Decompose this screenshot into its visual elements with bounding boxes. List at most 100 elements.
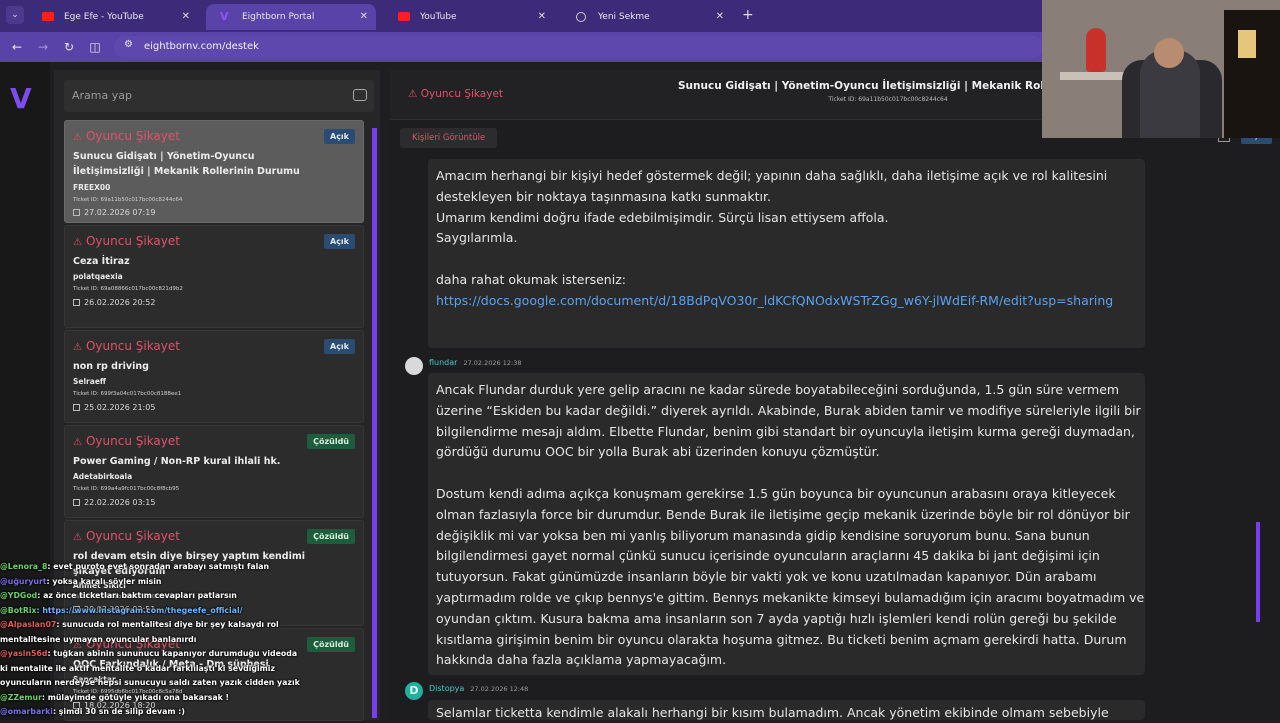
author-name[interactable]: Distopya — [429, 684, 464, 693]
ticket-type: ⚠ Oyuncu Şikayet — [73, 434, 180, 448]
document-link[interactable]: https://docs.google.com/document/d/18BdP… — [436, 293, 1113, 308]
tab-label: YouTube — [420, 12, 457, 22]
ticket-date-text: 27.02.2026 07:19 — [84, 208, 156, 217]
status-badge: Çözüldü — [307, 529, 355, 544]
chat-user: @BotRix — [0, 605, 37, 615]
reload-icon[interactable]: ↻ — [60, 38, 78, 56]
message-line: üzerine “Eskiden bu kadar değildi.” diye… — [436, 402, 1141, 418]
message-line: gördüğü durumu OOC bir yolla Burak abi ü… — [436, 444, 880, 460]
ticket-type-label: Oyuncu Şikayet — [85, 234, 180, 248]
chat-user: @yasin56d — [0, 649, 48, 658]
portal-page: V Arama yap ⚠ Oyuncu Şikayet Açık Sunucu … — [0, 62, 1280, 721]
user-alert-icon: ⚠ — [73, 342, 82, 353]
ticket-card[interactable]: ⚠ Oyuncu Şikayet Çözüldü Power Gaming / N… — [64, 425, 364, 518]
status-badge: Açık — [324, 339, 355, 354]
tab-new-tab[interactable]: Yeni Sekme ✕ — [562, 4, 732, 30]
tab-label: Ege Efe - YouTube — [64, 12, 144, 22]
close-icon[interactable]: ✕ — [538, 4, 546, 30]
message-scrollbar-thumb[interactable] — [1256, 522, 1260, 622]
search-placeholder: Arama yap — [72, 89, 132, 102]
ticket-list-scrollbar[interactable] — [372, 128, 377, 718]
ticket-card[interactable]: ⚠ Oyuncu Şikayet Açık Sunucu Gidişatı | Y… — [64, 120, 364, 223]
ticket-type-label: Oyuncu Şikayet — [85, 339, 180, 353]
message-line: tutuyorsun. Fakat günümüzde insanların b… — [436, 569, 1097, 585]
eightborn-logo[interactable]: V — [10, 82, 32, 115]
sidepanel-icon[interactable]: ◫ — [86, 38, 104, 56]
tab-search-button[interactable]: ⌄ — [6, 6, 24, 24]
message-line: Saygılarımla. — [436, 230, 518, 246]
message-timestamp: 27.02.2026 12:38 — [463, 359, 522, 367]
message-line: Ancak Flundar durduk yere gelip aracını … — [436, 382, 1120, 397]
chat-text: : yoksa karalı söyler misin — [46, 576, 162, 586]
webcam-figurine — [1086, 28, 1106, 72]
message-line: Selamlar ticketta kendimle alakalı herha… — [436, 705, 1109, 720]
avatar[interactable] — [405, 357, 423, 375]
message-line: daha rahat okumak isterseniz: — [436, 271, 626, 287]
chat-text: : evet puroto evet sonradan arabayı satm… — [47, 562, 270, 571]
author-name[interactable]: flundar — [429, 358, 457, 367]
ticket-id: Ticket ID: 699a4a9fc017bc00c8f8cb95 — [73, 486, 180, 492]
chat-user: @Alpaslan07 — [0, 620, 57, 629]
ticket-user: Selraeff — [73, 377, 106, 386]
ticket-card[interactable]: ⚠ Oyuncu Şikayet Açık Ceza İtiraz polatqa… — [64, 225, 364, 328]
user-alert-icon: ⚠ — [73, 237, 82, 248]
chat-line: @BotRix: https://www.instagram.com/thege… — [0, 604, 300, 619]
close-icon[interactable]: ✕ — [360, 4, 368, 30]
tab-ege-efe[interactable]: Ege Efe - YouTube ✕ — [28, 4, 198, 30]
message-line: değişiklik mi var yoksa ben mi yanlış bi… — [436, 527, 1090, 543]
message-bubble: Ancak Flundar durduk yere gelip aracını … — [428, 373, 1145, 675]
chat-user: @ZZemur — [0, 692, 42, 702]
calendar-icon — [73, 404, 80, 411]
view-participants-button[interactable]: Kişileri Görüntüle — [400, 128, 498, 148]
site-info-icon[interactable]: ⚙ — [124, 39, 133, 50]
ticket-title: Ceza İtiraz — [73, 256, 130, 267]
status-badge: Açık — [324, 129, 355, 144]
ticket-id: Ticket ID: 69a08866c017bc00c821d9b2 — [73, 286, 183, 292]
avatar[interactable]: D — [405, 682, 423, 700]
close-icon[interactable]: ✕ — [716, 4, 724, 30]
ticket-type: ⚠ Oyuncu Şikayet — [73, 234, 180, 248]
ticket-date: 25.02.2026 21:05 — [73, 403, 155, 412]
filter-icon[interactable] — [353, 89, 367, 101]
ticket-card[interactable]: ⚠ Oyuncu Şikayet Açık non rp driving Selr… — [64, 330, 364, 423]
ticket-type-label: Oyuncu Şikayet — [85, 129, 180, 143]
chat-text: : az önce ticketları baktım cevapları pa… — [37, 591, 237, 600]
message-bubble: Amacım herhangi bir kişiyi hedef gösterm… — [428, 159, 1145, 348]
ticket-type: ⚠ Oyuncu Şikayet — [408, 88, 503, 100]
chat-text: : şimdi 30 sn de silip devam :) — [52, 707, 185, 716]
scrollbar-thumb[interactable] — [372, 128, 377, 718]
new-tab-button[interactable]: + — [742, 4, 754, 26]
chat-line: @omarbarki: şimdi 30 sn de silip devam :… — [0, 705, 300, 720]
tab-label: Eightborn Portal — [242, 12, 315, 22]
close-icon[interactable]: ✕ — [182, 4, 190, 30]
back-icon[interactable]: ← — [8, 38, 26, 56]
calendar-icon — [73, 299, 80, 306]
ticket-title: Sunucu Gidişatı | Yönetim-Oyuncu İletişi… — [73, 151, 300, 177]
address-bar[interactable]: ⚙ eightbornv.com/destek — [114, 36, 1044, 58]
tab-eightborn-portal[interactable]: V Eightborn Portal ✕ — [206, 4, 376, 30]
tab-youtube[interactable]: YouTube ✕ — [384, 4, 554, 30]
search-input[interactable]: Arama yap — [64, 80, 374, 112]
message-line: oyundan çıktım. Kusura bakma ama insanla… — [436, 610, 1117, 626]
ticket-detail: ⚠ Oyuncu Şikayet Sunucu Gidişatı | Yönet… — [390, 70, 1280, 720]
ticket-type: ⚠ Oyuncu Şikayet — [73, 529, 180, 543]
ticket-user: polatqaexia — [73, 272, 123, 281]
message-line: yaptırmadım rolde ve çıkıp bennys'e gitt… — [436, 589, 1145, 605]
message-line: bilgilendirmesi gayet normal çünkü sunuc… — [436, 548, 1100, 564]
user-alert-icon: ⚠ — [73, 437, 82, 448]
calendar-icon — [73, 209, 80, 216]
eightborn-icon: V — [220, 10, 229, 23]
message-line: bilgilendirme mesajı aldım. Elbette Flun… — [436, 423, 1135, 439]
ticket-date: 27.02.2026 07:19 — [73, 208, 155, 217]
chat-text: : https://www.instagram.com/thegeefe_off… — [36, 605, 243, 615]
status-badge: Açık — [324, 234, 355, 249]
message-author: Distopya 27.02.2026 12:48 — [429, 684, 528, 693]
tab-label: Yeni Sekme — [598, 12, 650, 22]
ticket-type: ⚠ Oyuncu Şikayet — [73, 129, 180, 143]
user-alert-icon: ⚠ — [408, 88, 421, 100]
forward-icon[interactable]: → — [34, 38, 52, 56]
chat-text: : mülayimde götüyle yıkadı ona bakarsak … — [41, 692, 230, 702]
chat-line: @ZZemur: mülayimde götüyle yıkadı ona ba… — [0, 691, 300, 706]
ticket-user: Adetabirkoala — [73, 472, 133, 481]
message-line: kısıtlama girişimin benim bir oyuncu ola… — [436, 631, 1127, 647]
